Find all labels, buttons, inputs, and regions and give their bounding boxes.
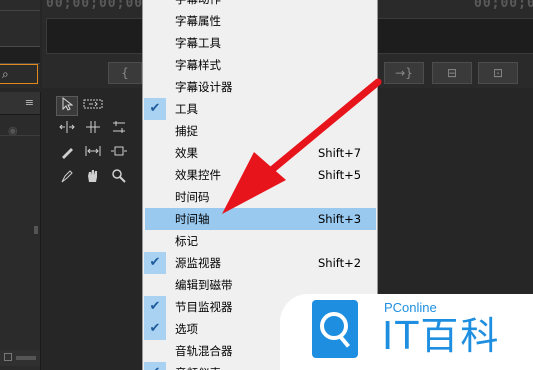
magnifier-handle [337, 334, 351, 348]
search-icon: ⌕ [2, 67, 9, 81]
lift-button[interactable]: ⊟ [432, 62, 472, 84]
rate-stretch-tool-icon[interactable] [108, 120, 130, 140]
project-panel-header: ⌕ [0, 0, 40, 88]
menu-item[interactable]: 字幕工具 [143, 32, 377, 54]
menu-item-label: 编辑到磁带 [175, 278, 233, 292]
program-timecode[interactable]: 00;00;00 [474, 0, 533, 11]
menu-item[interactable]: 捕捉 [143, 120, 377, 142]
pconline-logo-icon [312, 300, 358, 358]
mark-out-icon: →} [395, 66, 413, 80]
rolling-edit-tool-icon[interactable] [82, 120, 104, 140]
menu-item[interactable]: 效果控件 Shift+5 [143, 164, 377, 186]
menu-item-label: 字幕动作 [175, 0, 221, 10]
menu-item-label: 效果控件 [175, 168, 221, 182]
extract-button[interactable]: ⊡ [478, 62, 518, 84]
track-select-tool-icon[interactable] [82, 96, 104, 116]
menu-item-label: 音频仪表 [175, 362, 221, 370]
scrollbar-handle[interactable] [34, 226, 38, 234]
menu-item-label: 字幕样式 [175, 58, 221, 72]
menu-item-label: 标记 [175, 234, 198, 248]
menu-item[interactable]: 效果 Shift+7 [143, 142, 377, 164]
watermark-brand-text: IT百科 [382, 314, 501, 358]
menu-item[interactable]: 字幕属性 [143, 10, 377, 32]
premiere-window: ⌕ 00;00;00;00 { 00;00;00 →} ⊟ ⊡ ≡ ◉ [0, 0, 533, 370]
ripple-edit-tool-icon[interactable] [56, 120, 78, 140]
hand-tool-icon[interactable] [82, 168, 104, 188]
menu-item-label: 字幕属性 [175, 14, 221, 28]
project-toolbar [0, 46, 40, 64]
menu-item-shortcut: Shift+3 [318, 212, 362, 226]
project-footer [0, 350, 40, 366]
menu-item[interactable]: ✔ 源监视器 Shift+2 [143, 252, 377, 274]
checkmark-icon: ✔ [144, 296, 166, 318]
menu-item[interactable]: 时间轴 Shift+3 [145, 208, 376, 230]
source-monitor: 00;00;00;00 { [42, 0, 144, 88]
mark-in-icon: { [121, 66, 129, 80]
menu-item-label: 节目监视器 [175, 300, 233, 314]
mark-in-button[interactable]: { [108, 62, 142, 84]
menu-item-label: 捕捉 [175, 124, 198, 138]
mark-out-button[interactable]: →} [384, 62, 424, 84]
extract-icon: ⊡ [492, 66, 504, 80]
zoom-slider[interactable] [16, 356, 36, 360]
lift-icon: ⊟ [446, 66, 458, 80]
tools-panel: ≡ ◉ [0, 92, 142, 370]
divider [0, 135, 40, 136]
watermark: PConline IT百科 [280, 294, 533, 370]
menu-item-label: 选项 [175, 322, 198, 336]
checkmark-icon: ✔ [144, 98, 166, 120]
checkmark-icon: ✔ [144, 252, 166, 274]
menu-item-label: 效果 [175, 146, 198, 160]
pen-tool-icon[interactable] [56, 168, 78, 188]
divider [0, 10, 40, 11]
divider [0, 114, 40, 115]
menu-item-shortcut: Shift+7 [318, 146, 362, 160]
slide-tool-icon[interactable] [108, 144, 130, 164]
slip-tool-icon[interactable] [82, 144, 104, 164]
menu-item[interactable]: 标记 [143, 230, 377, 252]
menu-item[interactable]: 字幕动作 [143, 0, 377, 10]
selection-tool-icon[interactable] [56, 96, 78, 116]
menu-item-shortcut: Shift+5 [318, 168, 362, 182]
menu-item-label: 字幕工具 [175, 36, 221, 50]
checkmark-icon: ✔ [144, 318, 166, 340]
menu-item-shortcut: Shift+2 [318, 256, 362, 270]
monitor-time-ruler[interactable] [46, 18, 144, 54]
razor-tool-icon[interactable] [56, 144, 78, 164]
menu-item[interactable]: 时间码 [143, 186, 377, 208]
program-monitor: 00;00;00 →} ⊟ ⊡ [378, 0, 533, 88]
panel-menu-button[interactable]: ≡ [0, 92, 40, 114]
search-input[interactable]: ⌕ [0, 64, 38, 84]
menu-item-label: 字幕设计器 [175, 80, 233, 94]
menu-item-label: 工具 [175, 102, 198, 116]
panel-menu-icon: ≡ [24, 96, 34, 109]
project-panel: ≡ ◉ [0, 92, 41, 370]
program-time-ruler[interactable] [378, 18, 533, 54]
source-timecode[interactable]: 00;00;00;00 [46, 0, 143, 11]
menu-item[interactable]: 字幕样式 [143, 54, 377, 76]
checkmark-icon: ✔ [144, 362, 166, 370]
magnifier-icon [320, 312, 348, 340]
list-view-icon[interactable] [4, 353, 12, 361]
watermark-pconline-text: PConline [384, 300, 437, 315]
menu-item-label: 源监视器 [175, 256, 221, 270]
menu-item-label: 时间轴 [175, 212, 210, 226]
menu-item[interactable]: 字幕设计器 [143, 76, 377, 98]
menu-item-label: 音轨混合器 [175, 344, 233, 358]
menu-item[interactable]: ✔ 工具 [143, 98, 377, 120]
menu-item[interactable]: 编辑到磁带 [143, 274, 377, 296]
zoom-tool-icon[interactable] [108, 168, 130, 188]
menu-item-label: 时间码 [175, 190, 210, 204]
